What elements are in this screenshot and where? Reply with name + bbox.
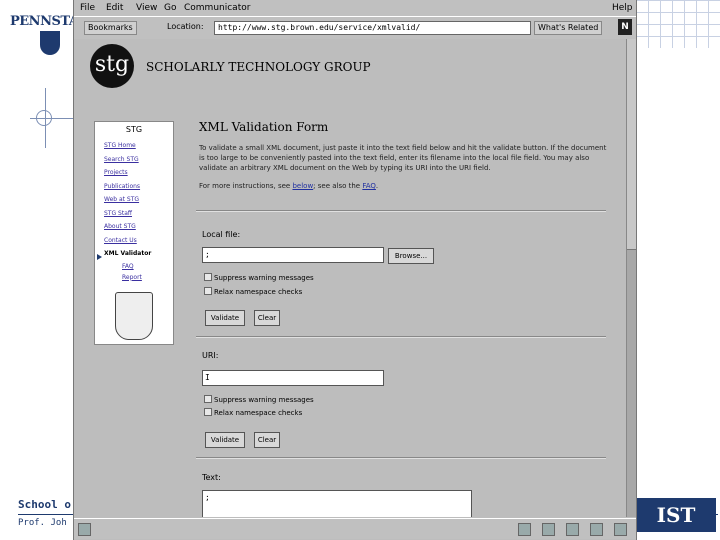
brown-crest-icon [115, 292, 153, 340]
text-area[interactable]: ; [202, 490, 472, 517]
uri-relax-namespace-label: Relax namespace checks [214, 409, 303, 417]
slide-footer-school: School o [18, 498, 71, 511]
text-label: Text: [202, 473, 221, 482]
sidebar-header: STG [125, 125, 143, 134]
intro-text: To validate a small XML document, just p… [199, 144, 607, 172]
edit-icon[interactable] [614, 523, 627, 536]
menu-help[interactable]: Help [612, 3, 633, 13]
uri-input[interactable]: I [202, 370, 384, 386]
penn-state-logo: PENNSTATE [10, 14, 97, 55]
local-relax-namespace-label: Relax namespace checks [214, 288, 303, 296]
menu-go[interactable]: Go [164, 3, 176, 13]
sidebar-link-projects[interactable]: Projects [104, 166, 173, 180]
penn-state-shield-icon [40, 31, 60, 55]
local-suppress-warnings-checkbox[interactable] [204, 273, 212, 281]
navigator-icon[interactable] [518, 523, 531, 536]
local-file-label: Local file: [202, 230, 241, 239]
menu-communicator[interactable]: Communicator [184, 3, 250, 13]
uri-relax-namespace-checkbox[interactable] [204, 408, 212, 416]
uri-suppress-warnings-row: Suppress warning messages [204, 395, 314, 404]
org-title: SCHOLARLY TECHNOLOGY GROUP [146, 60, 371, 74]
mail-icon[interactable] [542, 523, 555, 536]
location-toolbar: Bookmarks Location: http://www.stg.brown… [74, 16, 636, 40]
status-bar [74, 518, 636, 539]
discussions-icon[interactable] [566, 523, 579, 536]
sidebar-link-faq[interactable]: FAQ [122, 261, 173, 272]
uri-suppress-warnings-checkbox[interactable] [204, 395, 212, 403]
divider [196, 336, 606, 338]
local-validate-button[interactable]: Validate [205, 310, 245, 326]
slide-decoration-grid [636, 0, 720, 48]
vertical-scrollbar[interactable] [626, 39, 636, 517]
penn-state-wordmark: PENNSTATE [10, 14, 97, 29]
uri-suppress-warnings-label: Suppress warning messages [214, 396, 314, 404]
below-link[interactable]: below [292, 182, 313, 190]
local-suppress-warnings-label: Suppress warning messages [214, 274, 314, 282]
sidebar-link-publications[interactable]: Publications [104, 180, 173, 194]
sidebar-link-about[interactable]: About STG [104, 220, 173, 234]
more-info-suffix: . [375, 182, 379, 190]
sidebar-link-search[interactable]: Search STG [104, 153, 173, 167]
whats-related-button[interactable]: What's Related [534, 21, 603, 35]
current-page-arrow-icon [97, 254, 102, 260]
faq-link[interactable]: FAQ [362, 182, 376, 190]
slide-decoration-circle [36, 110, 52, 126]
local-clear-button[interactable]: Clear [254, 310, 280, 326]
browser-window: File Edit View Go Communicator Help Book… [73, 0, 637, 540]
location-label: Location: [167, 22, 204, 31]
bookmarks-button[interactable]: Bookmarks [84, 21, 137, 35]
uri-validate-button[interactable]: Validate [205, 432, 245, 448]
slide-footer-professor: Prof. Joh [18, 518, 67, 528]
sidebar: STG STG Home Search STG Projects Publica… [94, 121, 174, 345]
divider [196, 457, 606, 459]
menu-view[interactable]: View [136, 3, 157, 13]
security-lock-icon[interactable] [78, 523, 91, 536]
menu-edit[interactable]: Edit [106, 3, 123, 13]
more-info-middle: ; see also the [313, 182, 361, 190]
url-input[interactable]: http://www.stg.brown.edu/service/xmlvali… [214, 21, 531, 35]
ist-logo: IST [636, 498, 716, 532]
menu-file[interactable]: File [80, 3, 95, 13]
sidebar-link-xml-validator[interactable]: XML Validator [104, 247, 173, 261]
menu-bar: File Edit View Go Communicator Help [74, 0, 636, 16]
more-info-prefix: For more instructions, see [199, 182, 291, 190]
composer-icon[interactable] [590, 523, 603, 536]
uri-relax-namespace-row: Relax namespace checks [204, 408, 302, 417]
local-suppress-warnings-row: Suppress warning messages [204, 273, 314, 282]
local-file-input[interactable]: ; [202, 247, 384, 263]
uri-clear-button[interactable]: Clear [254, 432, 280, 448]
sidebar-link-contact[interactable]: Contact Us [104, 234, 173, 248]
more-info: For more instructions, see below; see al… [199, 182, 378, 190]
netscape-logo-icon: N [618, 19, 632, 35]
local-relax-namespace-row: Relax namespace checks [204, 287, 302, 296]
divider [196, 210, 606, 212]
sidebar-link-web[interactable]: Web at STG [104, 193, 173, 207]
stg-logo: stg [90, 44, 134, 88]
browse-button[interactable]: Browse... [388, 248, 434, 264]
scrollbar-thumb[interactable] [627, 39, 636, 250]
sidebar-link-report[interactable]: Report [122, 272, 173, 283]
sidebar-link-stg-home[interactable]: STG Home [104, 139, 173, 153]
form-title: XML Validation Form [199, 120, 329, 134]
page-content: stg SCHOLARLY TECHNOLOGY GROUP STG STG H… [74, 39, 626, 517]
sidebar-link-staff[interactable]: STG Staff [104, 207, 173, 221]
local-relax-namespace-checkbox[interactable] [204, 287, 212, 295]
uri-label: URI: [202, 351, 219, 360]
